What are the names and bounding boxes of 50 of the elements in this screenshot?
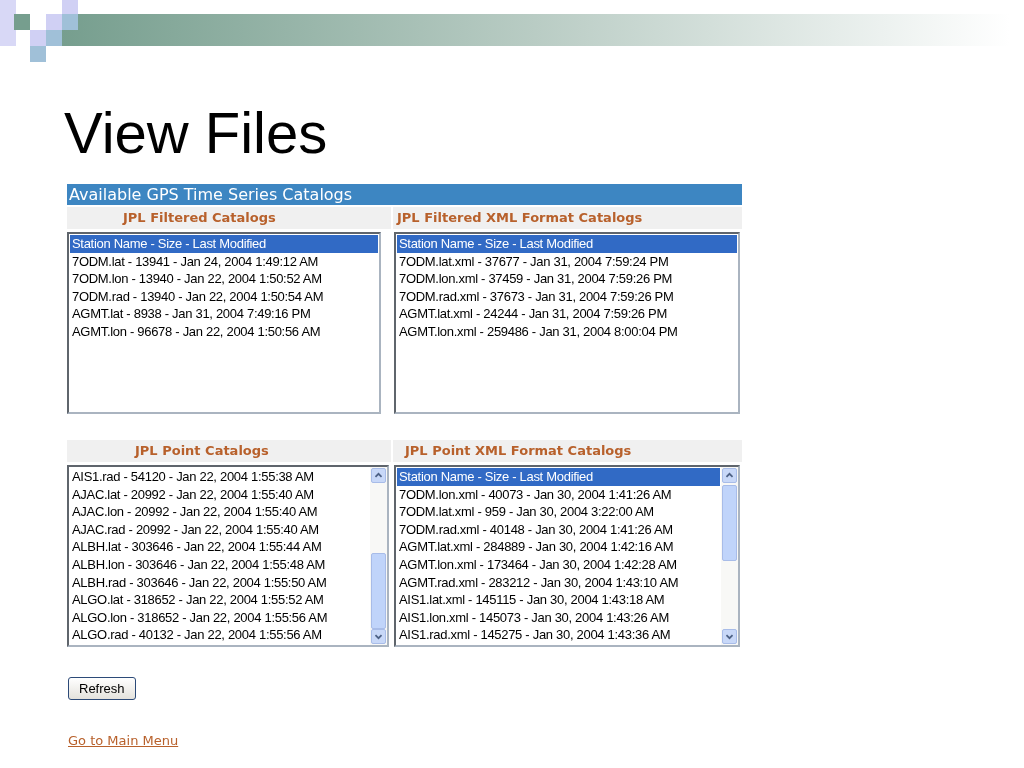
- catalog-heading: JPL Point Catalogs: [67, 440, 391, 462]
- list-option[interactable]: 7ODM.lon.xml - 37459 - Jan 31, 2004 7:59:26 PM: [397, 270, 737, 288]
- list-option[interactable]: ALGO.lon - 318652 - Jan 22, 2004 1:55:56 AM: [70, 608, 369, 627]
- catalog-listbox[interactable]: [394, 232, 740, 414]
- list-option[interactable]: AJAC.lat - 20992 - Jan 22, 2004 1:55:40 AM: [70, 485, 369, 504]
- list-option[interactable]: ALBH.lat - 303646 - Jan 22, 2004 1:55:44 AM: [70, 538, 369, 556]
- catalog-heading: JPL Filtered Catalogs: [67, 207, 391, 229]
- list-option[interactable]: 7ODM.lat.xml - 959 - Jan 30, 2004 3:22:00 AM: [397, 503, 720, 521]
- list-option[interactable]: AGMT.lon.xml - 173464 - Jan 30, 2004 1:42:28 AM: [397, 555, 720, 574]
- list-option[interactable]: Station Name - Size - Last Modified: [70, 235, 378, 253]
- list-option[interactable]: ALBH.rad - 303646 - Jan 22, 2004 1:55:50 AM: [70, 573, 369, 592]
- list-option[interactable]: AJAC.lon - 20992 - Jan 22, 2004 1:55:40 AM: [70, 503, 369, 521]
- scrollbar-thumb[interactable]: [722, 485, 737, 561]
- list-option[interactable]: AGMT.lat.xml - 24244 - Jan 31, 2004 7:59:26 PM: [397, 305, 737, 323]
- scroll-up-button[interactable]: [722, 468, 737, 483]
- list-option[interactable]: 7ODM.rad - 13940 - Jan 22, 2004 1:50:54 AM: [70, 287, 378, 306]
- scroll-down-button[interactable]: [371, 629, 386, 644]
- catalog-listbox[interactable]: [67, 465, 389, 647]
- list-option[interactable]: 7ODM.rad.xml - 37673 - Jan 31, 2004 7:59:26 PM: [397, 287, 737, 306]
- main-menu-link[interactable]: Go to Main Menu: [68, 733, 179, 748]
- list-option[interactable]: AIS1.lat.xml - 145115 - Jan 30, 2004 1:43:18 AM: [397, 591, 720, 609]
- list-option[interactable]: 7ODM.lon.xml - 40073 - Jan 30, 2004 1:41:26 AM: [397, 485, 720, 504]
- list-option[interactable]: Station Name - Size - Last Modified: [397, 235, 737, 253]
- scroll-up-button[interactable]: [371, 468, 386, 483]
- catalog-heading: JPL Point XML Format Catalogs: [393, 440, 742, 462]
- list-option[interactable]: 7ODM.lat - 13941 - Jan 24, 2004 1:49:12 AM: [70, 252, 378, 271]
- list-option[interactable]: AJAC.rad - 20992 - Jan 22, 2004 1:55:40 AM: [70, 520, 369, 539]
- catalog-listbox[interactable]: [394, 465, 740, 647]
- list-option[interactable]: AIS1.rad - 54120 - Jan 22, 2004 1:55:38 AM: [70, 468, 369, 486]
- catalog-listbox[interactable]: [67, 232, 381, 414]
- scrollbar-thumb[interactable]: [371, 553, 386, 629]
- list-option[interactable]: ALGO.rad - 40132 - Jan 22, 2004 1:55:56 AM: [70, 626, 369, 644]
- catalog-heading: JPL Filtered XML Format Catalogs: [393, 207, 742, 229]
- list-option[interactable]: ALGO.lat - 318652 - Jan 22, 2004 1:55:52 AM: [70, 591, 369, 609]
- list-option[interactable]: AGMT.lat - 8938 - Jan 31, 2004 7:49:16 PM: [70, 305, 378, 323]
- list-option[interactable]: AGMT.lat.xml - 284889 - Jan 30, 2004 1:42:16 AM: [397, 538, 720, 556]
- list-option[interactable]: 7ODM.lon - 13940 - Jan 22, 2004 1:50:52 AM: [70, 270, 378, 288]
- list-option[interactable]: 7ODM.lat.xml - 37677 - Jan 31, 2004 7:59:24 PM: [397, 252, 737, 271]
- list-option[interactable]: AIS1.rad.xml - 145275 - Jan 30, 2004 1:43:36 AM: [397, 626, 720, 644]
- list-option[interactable]: AGMT.rad.xml - 283212 - Jan 30, 2004 1:43:10 AM: [397, 573, 720, 592]
- panel-title: Available GPS Time Series Catalogs: [67, 184, 742, 205]
- scroll-down-button[interactable]: [722, 629, 737, 644]
- list-option[interactable]: AGMT.lon.xml - 259486 - Jan 31, 2004 8:00:04 PM: [397, 322, 737, 341]
- list-option[interactable]: AIS1.lon.xml - 145073 - Jan 30, 2004 1:43:26 AM: [397, 608, 720, 627]
- list-option[interactable]: AGMT.lon - 96678 - Jan 22, 2004 1:50:56 AM: [70, 322, 378, 341]
- list-option[interactable]: 7ODM.rad.xml - 40148 - Jan 30, 2004 1:41:26 AM: [397, 520, 720, 539]
- slide-title: View Files: [64, 99, 328, 167]
- refresh-button[interactable]: Refresh: [68, 677, 136, 700]
- list-option[interactable]: Station Name - Size - Last Modified: [397, 468, 720, 486]
- list-option[interactable]: ALBH.lon - 303646 - Jan 22, 2004 1:55:48 AM: [70, 555, 369, 574]
